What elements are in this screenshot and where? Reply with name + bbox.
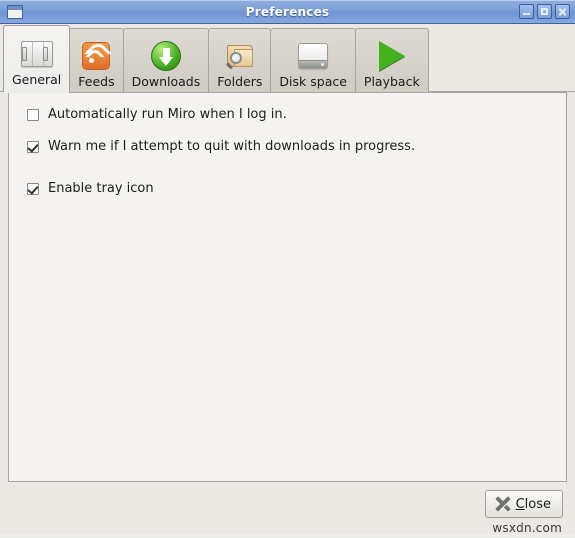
tab-disk-space-label: Disk space (279, 74, 347, 89)
folder-search-icon (225, 39, 255, 73)
watermark: wsxdn.com (492, 521, 562, 535)
maximize-button[interactable] (537, 4, 552, 19)
title-bar[interactable]: Preferences (0, 0, 575, 24)
preferences-window: Preferences General Feeds Downloads Fold… (0, 0, 575, 535)
tab-folders[interactable]: Folders (208, 28, 272, 92)
tab-disk-space[interactable]: Disk space (270, 28, 356, 92)
window-controls (519, 4, 575, 19)
rss-feed-icon (82, 39, 113, 73)
checkbox-autorun-label: Automatically run Miro when I log in. (48, 107, 287, 122)
checkbox-tray-icon-label: Enable tray icon (48, 181, 154, 196)
content-area: Automatically run Miro when I log in. Wa… (0, 92, 575, 482)
close-button[interactable]: Close (484, 490, 563, 518)
minimize-icon (523, 13, 530, 15)
tab-general[interactable]: General (3, 25, 71, 93)
tab-feeds[interactable]: Feeds (69, 28, 124, 92)
green-play-icon (378, 39, 405, 73)
x-mark-icon (494, 496, 511, 512)
option-row-autorun[interactable]: Automatically run Miro when I log in. (9, 107, 566, 123)
tab-downloads[interactable]: Downloads (122, 28, 210, 92)
checkbox-tray-icon[interactable] (27, 183, 39, 195)
close-button-label: Close (516, 497, 551, 512)
hard-drive-icon (298, 39, 329, 73)
tab-feeds-label: Feeds (78, 74, 115, 89)
tab-playback[interactable]: Playback (354, 28, 429, 92)
window-close-button[interactable] (555, 4, 570, 19)
checkbox-warn-on-quit-label: Warn me if I attempt to quit with downlo… (48, 139, 416, 154)
window-title: Preferences (245, 4, 330, 19)
option-row-tray-icon[interactable]: Enable tray icon (9, 181, 566, 197)
tab-folders-label: Folders (217, 74, 263, 89)
tab-downloads-label: Downloads (131, 74, 201, 89)
close-button-accel: C (515, 496, 525, 512)
checkbox-autorun[interactable] (27, 109, 39, 121)
dialog-footer: Close wsxdn.com (0, 482, 575, 538)
window-icon (7, 4, 23, 19)
green-down-arrow-icon (150, 39, 181, 73)
tab-general-label: General (12, 72, 62, 87)
general-settings-panel: Automatically run Miro when I log in. Wa… (8, 92, 567, 482)
option-row-warn-on-quit[interactable]: Warn me if I attempt to quit with downlo… (9, 139, 566, 155)
minimize-button[interactable] (519, 4, 534, 19)
switches-panel-icon (20, 37, 53, 71)
maximize-icon (541, 8, 548, 15)
checkbox-warn-on-quit[interactable] (27, 141, 39, 153)
close-button-rest: lose (524, 496, 551, 512)
tab-strip: General Feeds Downloads Folders Disk spa… (0, 24, 575, 93)
tab-playback-label: Playback (363, 74, 420, 89)
